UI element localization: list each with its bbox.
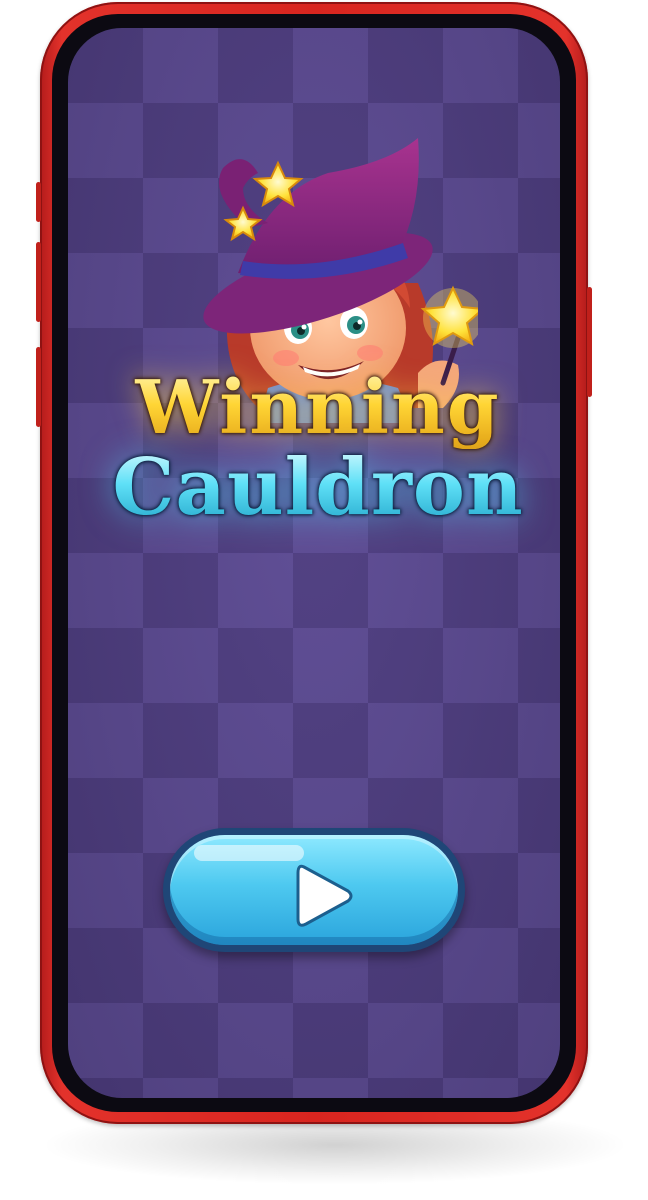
game-screen: Winning Cauldron	[68, 28, 560, 1098]
game-title-logo: Winning Cauldron	[68, 367, 560, 531]
title-line-winning: Winning	[68, 367, 560, 449]
phone-volume-down-button	[36, 347, 41, 427]
phone-frame: Winning Cauldron	[36, 2, 592, 1124]
play-button[interactable]	[163, 828, 465, 952]
title-line-cauldron: Cauldron	[68, 445, 560, 531]
phone-bezel: Winning Cauldron	[52, 14, 576, 1112]
phone-silent-switch	[36, 182, 41, 222]
mockup-stage: Winning Cauldron	[0, 0, 648, 1200]
phone-volume-up-button	[36, 242, 41, 322]
play-button-gloss	[194, 845, 304, 861]
play-button-face[interactable]	[170, 835, 458, 945]
play-icon	[296, 864, 353, 927]
phone-power-button	[587, 287, 592, 397]
